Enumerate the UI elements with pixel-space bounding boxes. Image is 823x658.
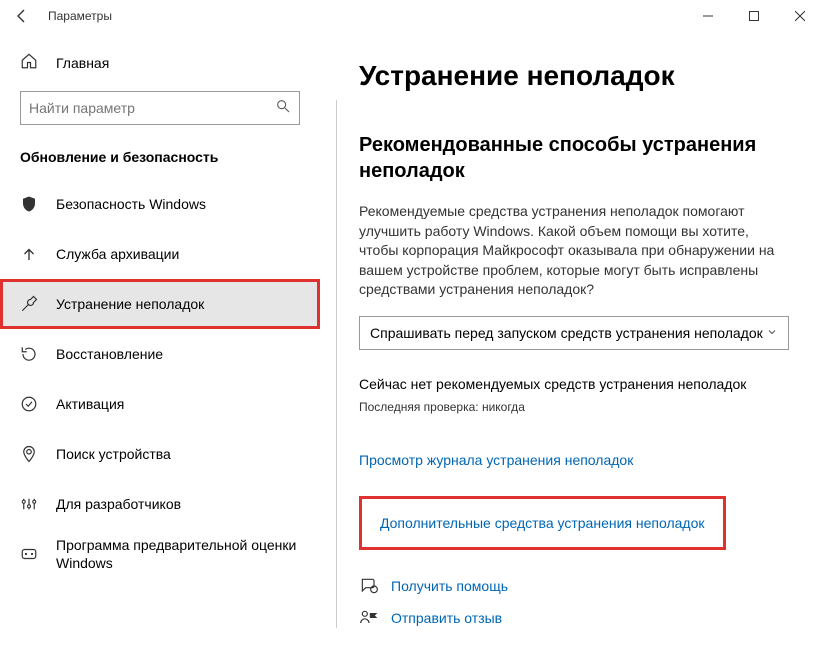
last-check-text: Последняя проверка: никогда [359,400,785,414]
sidebar-item-backup[interactable]: Служба архивации [0,229,320,279]
section-subheader: Рекомендованные способы устранения непол… [359,132,785,184]
sidebar-item-label: Восстановление [56,345,163,363]
footer-links: Получить помощь Отправить отзыв [359,576,785,628]
dropdown-value: Спрашивать перед запуском средств устран… [370,325,763,341]
sidebar-item-label: Служба архивации [56,245,179,263]
app-body: Главная Обновление и безопасность Безопа… [0,32,823,658]
section-description: Рекомендуемые средства устранения непола… [359,202,785,300]
view-history-link[interactable]: Просмотр журнала устранения неполадок [359,452,633,468]
sidebar-search[interactable] [20,91,300,125]
sidebar-section-header: Обновление и безопасность [0,143,320,179]
backup-arrow-icon [20,245,38,263]
sidebar-item-label: Активация [56,395,124,413]
back-button[interactable] [14,8,30,24]
sidebar-item-developers[interactable]: Для разработчиков [0,479,320,529]
sidebar-item-label: Программа предварительной оценки Windows [56,536,300,572]
feedback-link[interactable]: Отправить отзыв [359,608,785,628]
feedback-icon [359,608,379,628]
sidebar-item-label: Поиск устройства [56,445,171,463]
sidebar-item-label: Безопасность Windows [56,195,206,213]
sidebar-item-security[interactable]: Безопасность Windows [0,179,320,229]
help-chat-icon [359,576,379,596]
sidebar-item-activation[interactable]: Активация [0,379,320,429]
sidebar-item-label: Устранение неполадок [56,295,204,313]
titlebar: Параметры [0,0,823,32]
search-icon [275,98,291,119]
minimize-button[interactable] [685,0,731,32]
sidebar-item-recovery[interactable]: Восстановление [0,329,320,379]
additional-troubleshooters-link[interactable]: Дополнительные средства устранения непол… [359,496,726,550]
close-button[interactable] [777,0,823,32]
find-device-icon [20,445,38,463]
insider-icon [20,545,38,563]
chevron-down-icon [766,325,778,341]
sidebar-item-troubleshoot[interactable]: Устранение неполадок [0,279,320,329]
window-title: Параметры [48,9,112,23]
shield-icon [20,195,38,213]
main-content: Устранение неполадок Рекомендованные спо… [320,32,823,658]
home-label: Главная [56,55,109,71]
sidebar-item-find-device[interactable]: Поиск устройства [0,429,320,479]
window-controls [685,0,823,32]
content-divider [336,100,337,628]
get-help-label: Получить помощь [391,578,508,594]
sidebar-item-home[interactable]: Главная [0,52,320,91]
sidebar: Главная Обновление и безопасность Безопа… [0,32,320,658]
wrench-icon [20,295,38,313]
feedback-label: Отправить отзыв [391,610,502,626]
activation-check-icon [20,395,38,413]
titlebar-left: Параметры [0,8,112,24]
sidebar-item-insider[interactable]: Программа предварительной оценки Windows [0,529,320,579]
page-title: Устранение неполадок [359,60,785,92]
sidebar-item-label: Для разработчиков [56,495,181,513]
troubleshoot-status: Сейчас нет рекомендуемых средств устране… [359,376,785,392]
get-help-link[interactable]: Получить помощь [359,576,785,596]
sidebar-nav: Безопасность Windows Служба архивации Ус… [0,179,320,579]
developers-icon [20,495,38,513]
home-icon [20,52,38,73]
search-input[interactable] [29,100,275,116]
troubleshoot-mode-dropdown[interactable]: Спрашивать перед запуском средств устран… [359,316,789,350]
recovery-icon [20,345,38,363]
maximize-button[interactable] [731,0,777,32]
